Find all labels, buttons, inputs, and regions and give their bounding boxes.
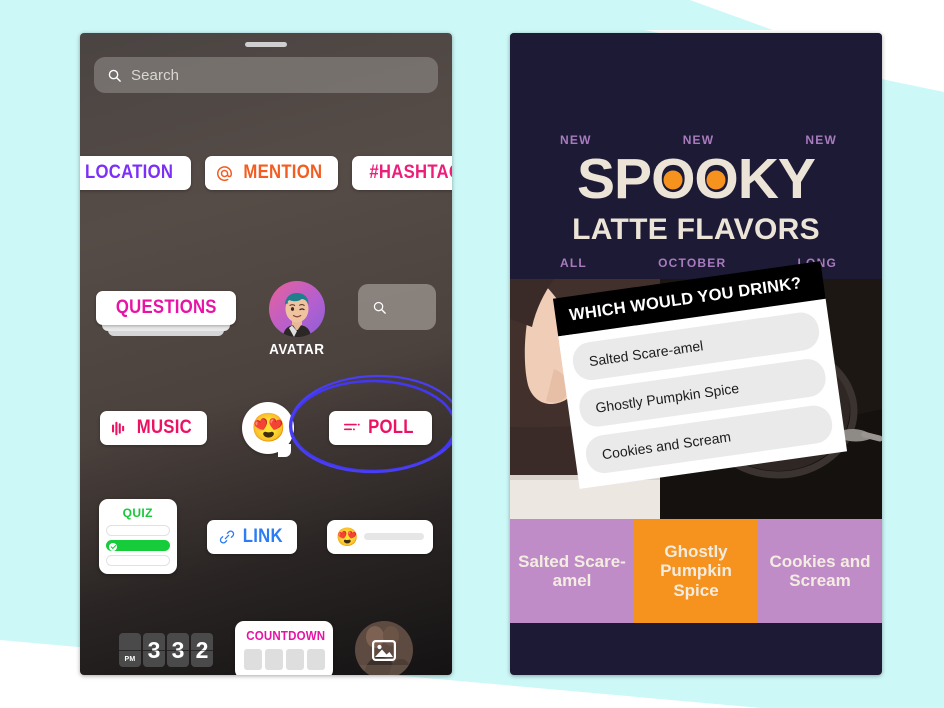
headline-new-label: NEW xyxy=(805,133,837,147)
emoji-slider-track[interactable] xyxy=(363,533,425,540)
poll-result-bar: Ghostly Pumpkin Spice xyxy=(634,519,758,623)
sticker-avatar-label: AVATAR xyxy=(269,341,326,358)
poll-bars-icon xyxy=(344,423,361,430)
photo-sticker-icon xyxy=(372,639,396,661)
sticker-location-label: LOCATION xyxy=(85,162,174,183)
sticker-row-3: MUSIC 😍 POLL xyxy=(80,402,452,457)
avatar-icon xyxy=(269,281,326,337)
sticker-link-label: LINK xyxy=(242,525,283,547)
quiz-option-correct[interactable] xyxy=(105,540,170,551)
countdown-digit-box xyxy=(264,649,283,670)
sticker-questions[interactable]: QUESTIONS xyxy=(95,291,237,336)
sticker-questions-pill[interactable]: QUESTIONS xyxy=(95,291,237,325)
headline-title-o1: O xyxy=(651,147,695,211)
right-phone-screen: NEW NEW NEW SPOOKY LATTE FLAVORS ALL OCT… xyxy=(510,33,882,675)
countdown-digit-box xyxy=(306,649,325,670)
sticker-music-label: MUSIC xyxy=(136,417,192,438)
countdown-digit-boxes xyxy=(243,649,325,670)
sticker-search-chip[interactable] xyxy=(358,284,437,330)
countdown-digit-box xyxy=(285,649,304,670)
sticker-hashtag-label: #HASHTAG xyxy=(369,162,452,183)
headline-title-pre: SP xyxy=(577,147,652,211)
clock-digit: 3 xyxy=(167,633,189,667)
sticker-emoji-slider[interactable]: 😍 xyxy=(327,519,434,554)
music-waveform-icon xyxy=(111,421,124,435)
search-placeholder: Search xyxy=(131,66,180,84)
emoji-slider-icon: 😍 xyxy=(336,526,359,547)
sticker-mention-label: MENTION xyxy=(242,162,322,183)
poll-result-bar: Cookies and Scream xyxy=(758,519,882,623)
headline-sub-label: ALL xyxy=(560,256,587,270)
sticker-poll-label: POLL xyxy=(368,417,415,438)
search-icon xyxy=(108,69,121,82)
link-chain-icon xyxy=(219,529,234,544)
sticker-avatar[interactable]: AVATAR xyxy=(266,281,328,358)
sticker-row-2: QUESTIONS AVATAR xyxy=(80,281,452,358)
sticker-quiz[interactable]: QUIZ xyxy=(98,499,177,574)
sticker-music[interactable]: MUSIC xyxy=(99,411,208,445)
sticker-row-1: LOCATION MENTION #HASHTAG xyxy=(80,156,452,190)
sticker-quiz-label: QUIZ xyxy=(122,506,153,520)
sticker-countdown-label: COUNTDOWN xyxy=(246,629,326,643)
sticker-poll[interactable]: POLL xyxy=(329,411,433,445)
poll-result-bar: Salted Scare-amel xyxy=(510,519,634,623)
headline-new-label: NEW xyxy=(682,133,715,147)
quiz-option[interactable] xyxy=(105,525,170,536)
poll-result-bars: Salted Scare-amel Ghostly Pumpkin Spice … xyxy=(510,519,882,623)
countdown-digit-box xyxy=(243,649,262,670)
sticker-mention[interactable]: MENTION xyxy=(204,156,339,190)
search-input[interactable]: Search xyxy=(94,57,438,93)
headline-new-row: NEW NEW NEW xyxy=(560,133,837,147)
avatar-face-graphic xyxy=(283,293,312,337)
headline-subtitle: LATTE FLAVORS xyxy=(572,213,820,246)
sheet-grabber-handle[interactable] xyxy=(245,42,287,47)
clock-digit: 3 xyxy=(143,633,165,667)
sticker-row-4: QUIZ LINK 😍 xyxy=(80,499,452,574)
sticker-questions-label: QUESTIONS xyxy=(115,297,217,318)
clock-ampm: PM xyxy=(119,633,141,667)
sticker-row-5: PM 3 3 2 COUNTDOWN xyxy=(80,621,452,675)
poll-sticker-overlay[interactable]: WHICH WOULD YOU DRINK? Salted Scare-amel… xyxy=(552,261,848,489)
sticker-countdown[interactable]: COUNTDOWN xyxy=(235,621,333,675)
search-icon xyxy=(373,301,386,314)
quiz-option[interactable] xyxy=(105,555,170,566)
clock-digit: 2 xyxy=(191,633,213,667)
headline-sub-label: OCTOBER xyxy=(658,256,727,270)
headline-title-post: KY xyxy=(737,147,816,211)
sticker-emoji-reaction[interactable]: 😍 xyxy=(242,402,295,457)
headline-title-o2: O xyxy=(694,147,738,211)
screenshot-canvas: Search LOCATION MENTION #HASHTAG xyxy=(0,0,944,708)
at-symbol-icon xyxy=(216,165,232,181)
emoji-reaction-icon: 😍 xyxy=(250,412,286,443)
story-headline-area: NEW NEW NEW SPOOKY LATTE FLAVORS ALL OCT… xyxy=(510,33,882,279)
headline-title: SPOOKY xyxy=(510,151,882,208)
sticker-link[interactable]: LINK xyxy=(206,519,298,554)
sticker-countdown-clock[interactable]: PM 3 3 2 xyxy=(119,633,213,667)
sticker-photo[interactable] xyxy=(355,621,413,675)
headline-new-label: NEW xyxy=(560,133,592,147)
sticker-location[interactable]: LOCATION xyxy=(80,156,191,190)
sticker-hashtag[interactable]: #HASHTAG xyxy=(352,156,452,190)
left-phone-screen: Search LOCATION MENTION #HASHTAG xyxy=(80,33,452,675)
